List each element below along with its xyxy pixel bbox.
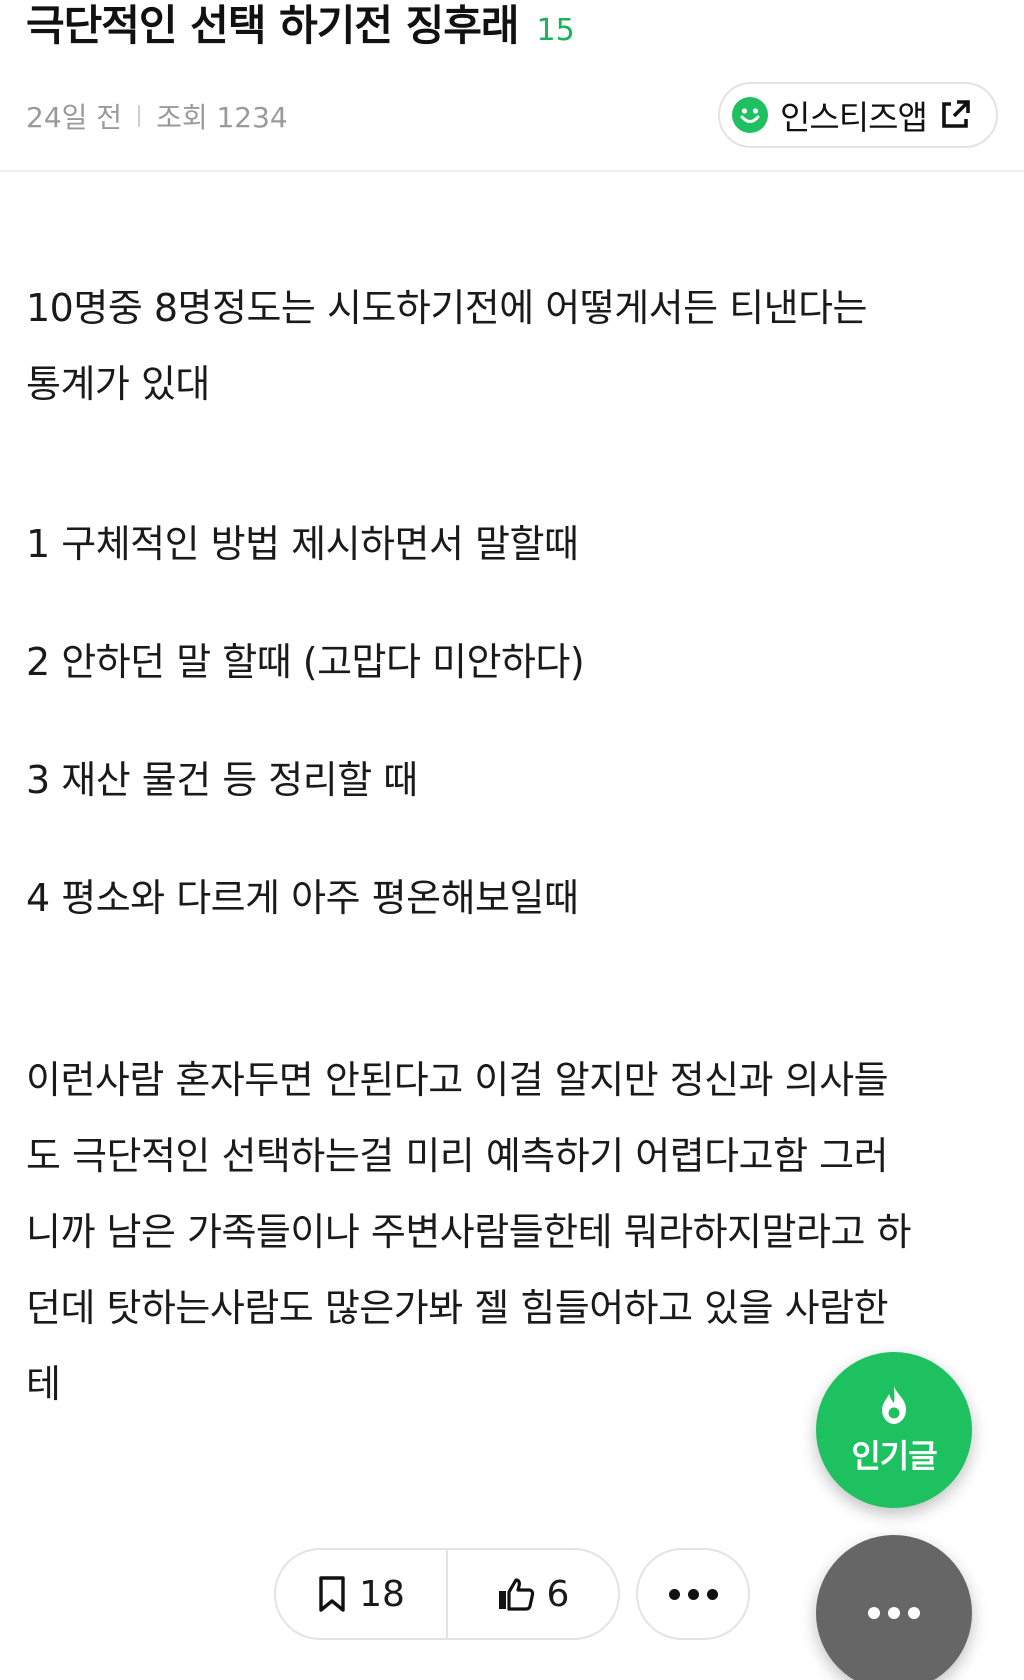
outro-line: 던데 탓하는사람도 많은가봐 젤 힘들어하고 있을 사람한 <box>26 1286 889 1330</box>
list-item: 4 평소와 다르게 아주 평온해보일때 <box>26 876 579 920</box>
intro-line: 통계가 있대 <box>26 362 210 406</box>
open-app-button[interactable]: 인스티즈앱 <box>718 82 998 148</box>
outro-line: 니까 남은 가족들이나 주변사람들한테 뭐라하지말라고 하 <box>26 1210 911 1254</box>
meta-divider <box>138 105 141 127</box>
like-count: 6 <box>546 1573 570 1615</box>
external-link-icon <box>942 100 970 128</box>
post-title: 극단적인 선택 하기전 징후래 <box>26 1 520 50</box>
bookmark-icon <box>319 1576 345 1612</box>
post-time: 24일 전 <box>26 101 123 134</box>
list-item: 3 재산 물건 등 정리할 때 <box>26 758 418 802</box>
post-body: 10명중 8명정도는 시도하기전에 어떻게서든 티낸다는 통계가 있대 1 구체… <box>26 270 1006 1422</box>
more-dots-icon <box>668 1588 718 1600</box>
post-header: 극단적인 선택 하기전 징후래 15 24일 전 조회 1234 인스티즈앱 <box>0 0 1024 172</box>
list-item: 2 안하던 말 할때 (고맙다 미안하다) <box>26 640 585 684</box>
bookmark-count: 18 <box>359 1573 405 1615</box>
comment-count[interactable]: 15 <box>537 13 575 48</box>
more-menu-fab[interactable] <box>816 1535 972 1680</box>
open-app-label: 인스티즈앱 <box>780 98 928 137</box>
popular-posts-label: 인기글 <box>851 1437 937 1475</box>
flame-icon <box>882 1386 906 1424</box>
smile-icon <box>732 97 768 133</box>
post-views: 조회 1234 <box>156 101 288 134</box>
bookmark-button[interactable]: 18 <box>276 1550 446 1638</box>
post-action-bar: 18 6 <box>274 1548 620 1640</box>
title-row: 극단적인 선택 하기전 징후래 15 <box>26 0 575 52</box>
list-item: 1 구체적인 방법 제시하면서 말할때 <box>26 522 579 566</box>
outro-line: 이런사람 혼자두면 안된다고 이걸 알지만 정신과 의사들 <box>26 1058 889 1102</box>
like-button[interactable]: 6 <box>446 1550 618 1638</box>
thumbs-up-icon <box>498 1578 534 1611</box>
intro-line: 10명중 8명정도는 시도하기전에 어떻게서든 티낸다는 <box>26 286 868 330</box>
more-dots-icon <box>868 1607 920 1619</box>
popular-posts-button[interactable]: 인기글 <box>816 1352 972 1508</box>
more-options-button[interactable] <box>636 1548 750 1640</box>
outro-line: 도 극단적인 선택하는걸 미리 예측하기 어렵다고함 그러 <box>26 1134 889 1178</box>
post-meta: 24일 전 조회 1234 <box>26 96 288 136</box>
